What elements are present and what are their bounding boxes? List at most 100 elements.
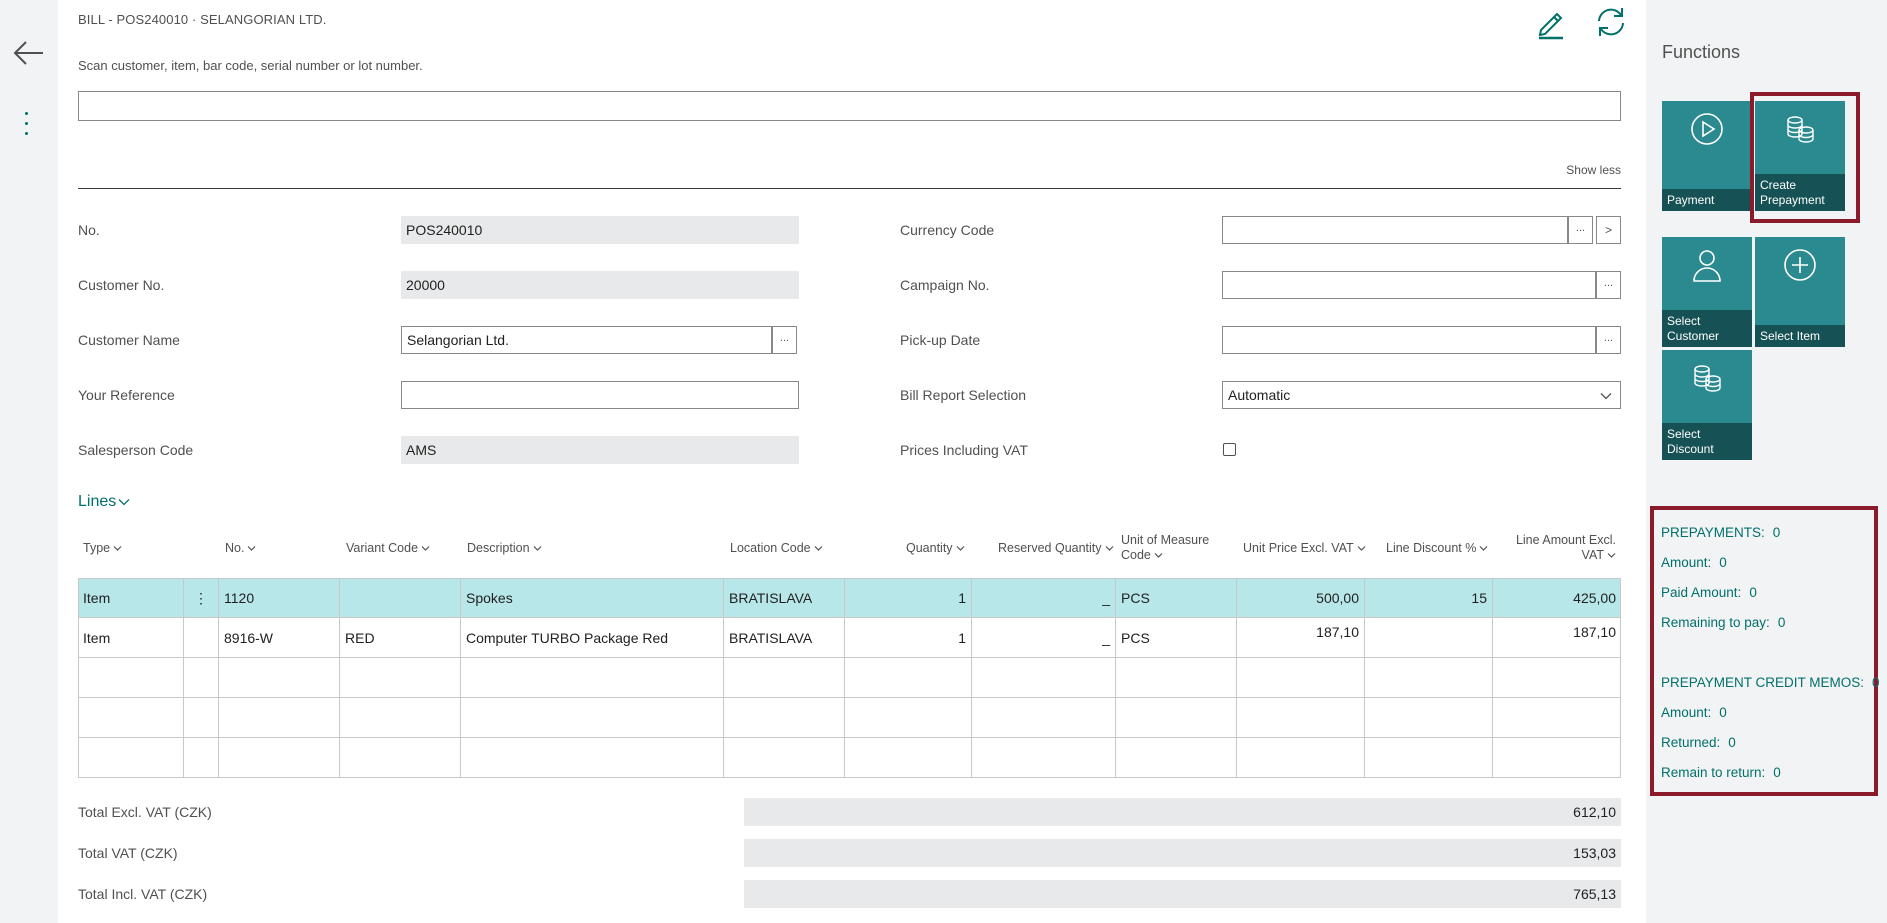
currency-code-drill-button[interactable]: > xyxy=(1596,216,1621,244)
row-menu-icon[interactable]: ⋮ xyxy=(184,578,219,618)
currency-code-lookup-button[interactable]: ... xyxy=(1568,216,1593,244)
bill-report-selection-dropdown[interactable]: Automatic xyxy=(1222,381,1621,409)
total-incl-vat-label: Total Incl. VAT (CZK) xyxy=(78,886,208,902)
cell-empty[interactable] xyxy=(219,658,340,698)
chevron-down-icon xyxy=(1607,553,1616,559)
cell-empty[interactable] xyxy=(724,698,845,738)
cell-empty[interactable] xyxy=(184,698,219,738)
cell-unit-price[interactable]: 500,00 xyxy=(1237,578,1365,618)
cell-location-code[interactable]: BRATISLAVA xyxy=(724,578,845,618)
cell-empty[interactable] xyxy=(724,738,845,778)
campaign-no-lookup-button[interactable]: ... xyxy=(1596,271,1621,299)
cell-empty[interactable] xyxy=(845,658,972,698)
pickup-date-picker-button[interactable]: ... xyxy=(1596,326,1621,354)
create-prepayment-button[interactable]: Create Prepayment xyxy=(1755,101,1845,211)
cell-no[interactable]: 1120 xyxy=(219,578,340,618)
cell-empty[interactable] xyxy=(1116,698,1237,738)
select-customer-button[interactable]: Select Customer xyxy=(1662,237,1752,347)
column-header-line-discount[interactable]: Line Discount % xyxy=(1386,541,1488,556)
field-campaign-no[interactable] xyxy=(1222,271,1596,299)
cell-type[interactable]: Item xyxy=(78,618,184,658)
column-header-description[interactable]: Description xyxy=(467,541,542,556)
table-row[interactable]: Item 8916-W RED Computer TURBO Package R… xyxy=(78,618,1621,658)
cell-empty[interactable] xyxy=(219,698,340,738)
cell-empty[interactable] xyxy=(1365,738,1493,778)
row-menu-cell[interactable] xyxy=(184,618,219,658)
cell-type[interactable]: Item xyxy=(78,578,184,618)
cell-description[interactable]: Spokes xyxy=(461,578,724,618)
select-discount-button[interactable]: Select Discount xyxy=(1662,350,1752,460)
cell-unit-of-measure[interactable]: PCS xyxy=(1116,578,1237,618)
show-less-link[interactable]: Show less xyxy=(1566,163,1621,177)
cell-empty[interactable] xyxy=(972,658,1116,698)
column-header-reserved-quantity[interactable]: Reserved Quantity xyxy=(998,541,1114,556)
cell-empty[interactable] xyxy=(1116,658,1237,698)
cell-empty[interactable] xyxy=(972,698,1116,738)
cell-unit-price[interactable]: 187,10 xyxy=(1237,618,1365,658)
refresh-icon[interactable] xyxy=(1593,4,1629,40)
cell-empty[interactable] xyxy=(1237,658,1365,698)
cell-empty[interactable] xyxy=(1365,658,1493,698)
cell-quantity[interactable]: 1 xyxy=(845,578,972,618)
cell-empty[interactable] xyxy=(845,698,972,738)
left-navigation-bar xyxy=(0,0,58,923)
cell-empty[interactable] xyxy=(340,738,461,778)
cell-quantity[interactable]: 1 xyxy=(845,618,972,658)
cell-empty[interactable] xyxy=(1365,698,1493,738)
cell-empty[interactable] xyxy=(78,738,184,778)
cell-variant-code[interactable] xyxy=(340,578,461,618)
column-header-type[interactable]: Type xyxy=(83,541,122,556)
cell-empty[interactable] xyxy=(724,658,845,698)
table-row-empty[interactable] xyxy=(78,698,1621,738)
cell-empty[interactable] xyxy=(1116,738,1237,778)
field-pickup-date[interactable] xyxy=(1222,326,1596,354)
cell-empty[interactable] xyxy=(972,738,1116,778)
cell-empty[interactable] xyxy=(78,698,184,738)
table-row[interactable]: Item ⋮ 1120 Spokes BRATISLAVA 1 _ PCS 50… xyxy=(78,578,1621,618)
column-header-location-code[interactable]: Location Code xyxy=(730,541,823,556)
cell-unit-of-measure[interactable]: PCS xyxy=(1116,618,1237,658)
cell-empty[interactable] xyxy=(340,698,461,738)
cell-empty[interactable] xyxy=(1237,698,1365,738)
scan-input[interactable] xyxy=(78,91,1621,121)
cell-empty[interactable] xyxy=(1237,738,1365,778)
field-your-reference[interactable] xyxy=(401,381,799,409)
back-arrow-icon[interactable] xyxy=(12,36,46,70)
column-header-quantity[interactable]: Quantity xyxy=(906,541,965,556)
cell-empty[interactable] xyxy=(219,738,340,778)
column-header-variant-code[interactable]: Variant Code xyxy=(346,541,430,556)
cell-reserved-quantity[interactable]: _ xyxy=(972,578,1116,618)
field-currency-code[interactable] xyxy=(1222,216,1568,244)
cell-empty[interactable] xyxy=(461,738,724,778)
cell-empty[interactable] xyxy=(184,658,219,698)
column-header-unit-price[interactable]: Unit Price Excl. VAT xyxy=(1243,541,1366,556)
cell-empty[interactable] xyxy=(340,658,461,698)
column-header-line-amount[interactable]: Line Amount Excl. VAT xyxy=(1478,533,1616,563)
cell-line-discount[interactable]: 15 xyxy=(1365,578,1493,618)
cell-line-amount[interactable]: 187,10 xyxy=(1493,618,1621,658)
prices-including-vat-checkbox[interactable] xyxy=(1223,443,1236,456)
cell-empty[interactable] xyxy=(78,658,184,698)
column-header-no[interactable]: No. xyxy=(225,541,256,556)
cell-line-amount[interactable]: 425,00 xyxy=(1493,578,1621,618)
cell-empty[interactable] xyxy=(461,698,724,738)
payment-button[interactable]: Payment xyxy=(1662,101,1752,211)
column-header-unit-of-measure-code[interactable]: Unit of Measure Code xyxy=(1121,533,1209,563)
more-vertical-icon[interactable] xyxy=(25,112,28,135)
cell-reserved-quantity[interactable]: _ xyxy=(972,618,1116,658)
select-item-button[interactable]: Select Item xyxy=(1755,237,1845,347)
cell-empty[interactable] xyxy=(845,738,972,778)
cell-location-code[interactable]: BRATISLAVA xyxy=(724,618,845,658)
cell-variant-code[interactable]: RED xyxy=(340,618,461,658)
cell-empty[interactable] xyxy=(461,658,724,698)
cell-description[interactable]: Computer TURBO Package Red xyxy=(461,618,724,658)
pencil-icon[interactable] xyxy=(1533,4,1569,40)
lines-section-toggle[interactable]: Lines xyxy=(78,493,130,511)
table-row-empty[interactable] xyxy=(78,658,1621,698)
customer-name-lookup-button[interactable]: ... xyxy=(772,326,797,354)
cell-line-discount[interactable] xyxy=(1365,618,1493,658)
table-row-empty[interactable] xyxy=(78,738,1621,778)
cell-empty[interactable] xyxy=(184,738,219,778)
cell-no[interactable]: 8916-W xyxy=(219,618,340,658)
field-customer-name[interactable]: Selangorian Ltd. xyxy=(401,326,772,354)
